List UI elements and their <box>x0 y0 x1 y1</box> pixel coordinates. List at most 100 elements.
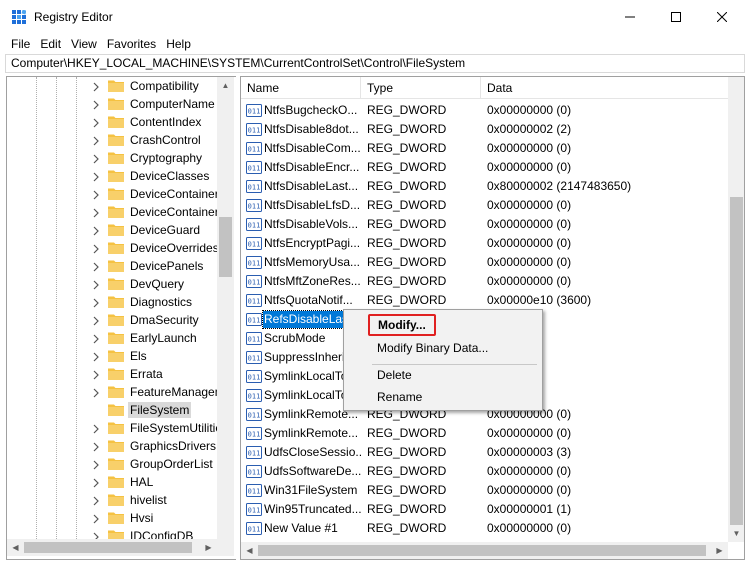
tree-item[interactable]: DeviceContainers <box>7 203 217 221</box>
chevron-right-icon[interactable] <box>91 225 101 236</box>
chevron-right-icon[interactable] <box>91 387 101 398</box>
chevron-right-icon[interactable] <box>91 171 101 182</box>
tree-item[interactable]: Errata <box>7 365 217 383</box>
chevron-right-icon[interactable] <box>91 99 101 110</box>
tree-horizontal-scrollbar[interactable]: ◀ ▶ <box>7 539 217 556</box>
chevron-right-icon[interactable] <box>91 315 101 326</box>
close-button[interactable] <box>699 0 745 34</box>
tree-item[interactable]: hivelist <box>7 491 217 509</box>
value-row[interactable]: 011 Win31FileSystem REG_DWORD 0x00000000 (0… <box>241 481 729 500</box>
scroll-right-icon[interactable]: ▶ <box>711 542 728 559</box>
chevron-right-icon[interactable] <box>91 117 101 128</box>
tree-item[interactable]: Hvsi <box>7 509 217 527</box>
tree-item-label: Cryptography <box>130 151 203 165</box>
column-header-type[interactable]: Type <box>361 77 481 99</box>
tree-item[interactable]: CrashControl <box>7 131 217 149</box>
context-menu-modify-binary[interactable]: Modify Binary Data... <box>347 337 540 359</box>
chevron-right-icon[interactable] <box>91 513 101 524</box>
tree-item[interactable]: DmaSecurity <box>7 311 217 329</box>
tree-item[interactable]: IDConfigDB <box>7 527 217 539</box>
tree-item[interactable]: DevQuery <box>7 275 217 293</box>
tree-item[interactable]: DeviceClasses <box>7 167 217 185</box>
scroll-down-icon[interactable]: ▼ <box>728 525 744 542</box>
tree-item[interactable]: HAL <box>7 473 217 491</box>
value-row[interactable]: 011 NtfsDisableLfsD... REG_DWORD 0x00000000… <box>241 196 729 215</box>
maximize-button[interactable] <box>653 0 699 34</box>
context-menu-modify[interactable]: Modify... <box>368 314 436 336</box>
tree-item[interactable]: DeviceGuard <box>7 221 217 239</box>
chevron-right-icon[interactable] <box>91 81 101 92</box>
tree-item[interactable]: GroupOrderList <box>7 455 217 473</box>
address-bar[interactable]: Computer\HKEY_LOCAL_MACHINE\SYSTEM\Curre… <box>5 54 745 73</box>
column-header-name[interactable]: Name <box>241 77 361 99</box>
tree-item[interactable]: Cryptography <box>7 149 217 167</box>
tree-vertical-scrollbar[interactable]: ▲ <box>217 77 234 539</box>
chevron-right-icon[interactable] <box>91 423 101 434</box>
tree-item[interactable]: DevicePanels <box>7 257 217 275</box>
list-horizontal-scrollbar[interactable]: ◀ ▶ <box>241 542 728 559</box>
tree-item[interactable]: EarlyLaunch <box>7 329 217 347</box>
minimize-button[interactable] <box>607 0 653 34</box>
chevron-right-icon[interactable] <box>91 297 101 308</box>
chevron-right-icon[interactable] <box>91 441 101 452</box>
menu-help[interactable]: Help <box>161 37 196 51</box>
value-row[interactable]: 011 NtfsMemoryUsa... REG_DWORD 0x00000000 (… <box>241 253 729 272</box>
value-row[interactable]: 011 NtfsQuotaNotif... REG_DWORD 0x00000e10 … <box>241 291 729 310</box>
tree-item[interactable]: ComputerName <box>7 95 217 113</box>
value-row[interactable]: 011 NtfsDisableVols... REG_DWORD 0x00000000… <box>241 215 729 234</box>
value-row[interactable]: 011 NtfsMftZoneRes... REG_DWORD 0x00000000 … <box>241 272 729 291</box>
chevron-right-icon[interactable] <box>91 189 101 200</box>
value-row[interactable]: 011 UdfsSoftwareDe... REG_DWORD 0x00000000 … <box>241 462 729 481</box>
tree-item[interactable]: Els <box>7 347 217 365</box>
value-row[interactable]: 011 SymlinkRemote... REG_DWORD 0x00000000 (… <box>241 424 729 443</box>
value-row[interactable]: 011 NtfsDisableLast... REG_DWORD 0x80000002… <box>241 177 729 196</box>
scroll-thumb[interactable] <box>24 542 192 553</box>
context-menu-delete[interactable]: Delete <box>347 364 540 386</box>
scroll-thumb[interactable] <box>219 217 232 277</box>
scroll-thumb[interactable] <box>730 197 743 525</box>
value-row[interactable]: 011 UdfsCloseSessio... REG_DWORD 0x00000003… <box>241 443 729 462</box>
tree-item[interactable]: Diagnostics <box>7 293 217 311</box>
context-menu-rename[interactable]: Rename <box>347 386 540 408</box>
value-row[interactable]: 011 New Value #1 REG_DWORD 0x00000000 (0) <box>241 519 729 538</box>
menu-file[interactable]: File <box>6 37 35 51</box>
tree-item[interactable]: ContentIndex <box>7 113 217 131</box>
chevron-right-icon[interactable] <box>91 459 101 470</box>
chevron-right-icon[interactable] <box>91 261 101 272</box>
chevron-right-icon[interactable] <box>91 477 101 488</box>
value-row[interactable]: 011 Win95Truncated... REG_DWORD 0x00000001 … <box>241 500 729 519</box>
menu-view[interactable]: View <box>66 37 102 51</box>
value-data: 0x00000000 (0) <box>487 426 572 440</box>
tree-item[interactable]: FileSystem <box>7 401 217 419</box>
value-row[interactable]: 011 NtfsDisableEncr... REG_DWORD 0x00000000… <box>241 158 729 177</box>
value-row[interactable]: 011 NtfsDisable8dot... REG_DWORD 0x00000002… <box>241 120 729 139</box>
scroll-left-icon[interactable]: ◀ <box>241 542 258 559</box>
chevron-right-icon[interactable] <box>91 351 101 362</box>
menu-edit[interactable]: Edit <box>35 37 66 51</box>
chevron-right-icon[interactable] <box>91 243 101 254</box>
chevron-right-icon[interactable] <box>91 135 101 146</box>
value-row[interactable]: 011 NtfsBugcheckO... REG_DWORD 0x00000000 (… <box>241 101 729 120</box>
scroll-right-icon[interactable]: ▶ <box>200 539 217 556</box>
tree-item[interactable]: FileSystemUtilitie <box>7 419 217 437</box>
scroll-left-icon[interactable]: ◀ <box>7 539 24 556</box>
value-row[interactable]: 011 NtfsDisableCom... REG_DWORD 0x00000000 … <box>241 139 729 158</box>
tree-item[interactable]: GraphicsDrivers <box>7 437 217 455</box>
chevron-right-icon[interactable] <box>91 531 101 539</box>
tree-item[interactable]: DeviceContainerI <box>7 185 217 203</box>
scroll-up-icon[interactable]: ▲ <box>217 77 234 94</box>
tree-item[interactable]: DeviceOverrides <box>7 239 217 257</box>
list-vertical-scrollbar[interactable]: ▼ <box>728 77 744 542</box>
column-header-data[interactable]: Data <box>481 77 729 99</box>
chevron-right-icon[interactable] <box>91 495 101 506</box>
chevron-right-icon[interactable] <box>91 369 101 380</box>
scroll-thumb[interactable] <box>258 545 706 556</box>
value-row[interactable]: 011 NtfsEncryptPagi... REG_DWORD 0x00000000… <box>241 234 729 253</box>
chevron-right-icon[interactable] <box>91 207 101 218</box>
menu-favorites[interactable]: Favorites <box>102 37 161 51</box>
chevron-right-icon[interactable] <box>91 333 101 344</box>
chevron-right-icon[interactable] <box>91 153 101 164</box>
tree-item[interactable]: Compatibility <box>7 77 217 95</box>
tree-item[interactable]: FeatureManagem <box>7 383 217 401</box>
chevron-right-icon[interactable] <box>91 279 101 290</box>
